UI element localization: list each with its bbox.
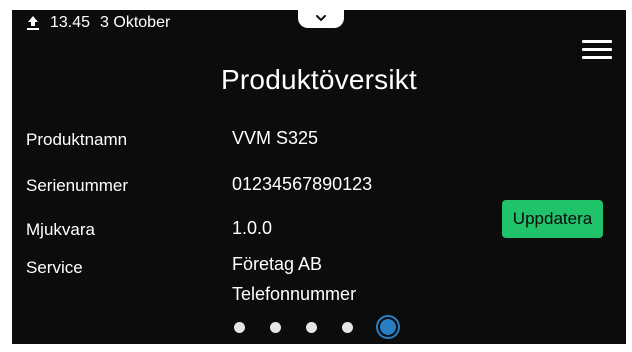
label-mjukvara: Mjukvara: [26, 220, 95, 239]
value-serienummer: 01234567890123: [232, 174, 373, 194]
page-dot-1[interactable]: [234, 321, 245, 333]
page-title: Produktöversikt: [221, 64, 417, 95]
value-service-phone: Telefonnummer: [232, 284, 357, 304]
label-serienummer: Serienummer: [26, 176, 129, 195]
value-service-company: Företag AB: [232, 254, 323, 274]
upload-icon: [26, 15, 40, 31]
status-time: 13.45: [50, 14, 91, 31]
value-produktnamn: VVM S325: [232, 128, 319, 148]
page-dot-5-active[interactable]: [378, 317, 398, 337]
status-bar: 13.45 3 Oktober: [26, 12, 170, 34]
update-button[interactable]: Uppdatera: [502, 200, 603, 238]
page-indicator: [234, 316, 398, 338]
pull-down-tab[interactable]: [298, 10, 344, 28]
display-screen: 13.45 3 Oktober Produktöversikt Produktn…: [12, 10, 626, 344]
status-date: 3 Oktober: [100, 14, 171, 31]
label-produktnamn: Produktnamn: [26, 130, 128, 149]
label-service: Service: [26, 258, 83, 277]
chevron-down-icon: [315, 10, 327, 27]
value-mjukvara: 1.0.0: [232, 218, 273, 238]
page-dot-2[interactable]: [270, 321, 281, 333]
page-dot-3[interactable]: [306, 321, 317, 333]
hamburger-menu-icon[interactable]: [582, 36, 612, 62]
page-dot-4[interactable]: [342, 321, 353, 333]
